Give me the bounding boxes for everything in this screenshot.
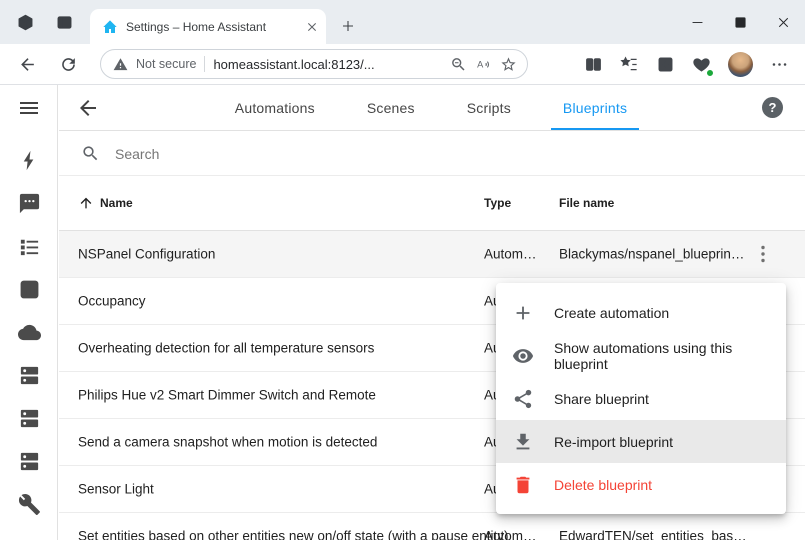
workspaces-icon[interactable] (16, 13, 35, 32)
sidebar-item-wrench-icon[interactable] (0, 483, 58, 526)
menu-item-label: Delete blueprint (554, 477, 652, 493)
tab-close-icon[interactable] (304, 19, 320, 35)
not-secure-warning-icon (113, 57, 128, 72)
menu-item-label: Re-import blueprint (554, 434, 673, 450)
search-bar: Search (59, 132, 805, 176)
plus-icon (512, 302, 534, 324)
sidebar-item-server-icon[interactable] (0, 397, 58, 440)
menu-item-show-automations[interactable]: Show automations using this blueprint (496, 334, 786, 377)
row-menu-icon[interactable] (751, 242, 775, 266)
menu-item-label: Create automation (554, 305, 669, 321)
home-assistant-app: Automations Scenes Scripts Blueprints ? … (0, 85, 805, 540)
sidebar-item-cloud-icon[interactable] (0, 311, 58, 354)
table-row[interactable]: NSPanel Configuration Autom… Blackymas/n… (59, 231, 805, 278)
address-divider (204, 56, 205, 72)
column-type[interactable]: Type (484, 196, 511, 210)
row-name: Sensor Light (78, 482, 154, 497)
sidebar-item-todo-list-icon[interactable] (0, 225, 58, 268)
row-name: Set entities based on other entities new… (78, 529, 509, 540)
row-name: Occupancy (78, 294, 146, 309)
favorite-star-icon[interactable] (500, 56, 517, 73)
sidebar-item-chat-icon[interactable] (0, 182, 58, 225)
tab-actions-icon[interactable] (55, 13, 74, 32)
menu-item-delete-blueprint[interactable]: Delete blueprint (496, 463, 786, 506)
sort-ascending-icon[interactable] (78, 195, 94, 211)
url-text[interactable]: homeassistant.local:8123/... (213, 57, 442, 72)
window-controls (676, 0, 805, 44)
navbar-right-icons (584, 52, 795, 77)
zoom-out-icon[interactable] (450, 56, 467, 73)
settings-header: Automations Scenes Scripts Blueprints ? (59, 85, 805, 131)
profile-avatar[interactable] (728, 52, 753, 77)
sidebar-rail (0, 85, 58, 540)
search-input[interactable]: Search (115, 146, 159, 162)
row-file: Blackymas/nspanel_blueprin… (559, 247, 744, 262)
collections-icon[interactable] (656, 55, 675, 74)
not-secure-label[interactable]: Not secure (136, 57, 196, 71)
browser-navbar: Not secure homeassistant.local:8123/... … (0, 44, 805, 85)
back-icon[interactable] (18, 55, 37, 74)
address-bar[interactable]: Not secure homeassistant.local:8123/... … (100, 49, 528, 79)
maximize-button[interactable] (719, 0, 762, 44)
trash-icon (512, 474, 534, 496)
table-header: Name Type File name (59, 176, 805, 231)
row-name: Overheating detection for all temperatur… (78, 341, 374, 356)
sidebar-menu-icon[interactable] (17, 96, 41, 120)
close-window-button[interactable] (762, 0, 805, 44)
favorites-icon[interactable] (620, 55, 639, 74)
help-button[interactable]: ? (762, 97, 783, 118)
tab-scripts[interactable]: Scripts (441, 85, 537, 130)
browser-menu-icon[interactable] (770, 55, 789, 74)
sidebar-item-bar-chart-icon[interactable] (0, 268, 58, 311)
menu-item-label: Show automations using this blueprint (554, 340, 770, 372)
browser-essentials-icon[interactable] (692, 55, 711, 74)
browser-titlebar: Settings – Home Assistant (0, 0, 805, 44)
column-name[interactable]: Name (78, 195, 133, 211)
row-file: EdwardTEN/set_entities_bas… (559, 529, 747, 540)
read-aloud-icon[interactable]: A (475, 56, 492, 73)
home-assistant-favicon (102, 19, 118, 35)
tab-title: Settings – Home Assistant (126, 20, 296, 34)
new-tab-button[interactable] (340, 18, 356, 34)
column-name-label: Name (100, 196, 133, 210)
row-name: NSPanel Configuration (78, 247, 215, 262)
browser-tab[interactable]: Settings – Home Assistant (90, 9, 326, 44)
split-screen-icon[interactable] (584, 55, 603, 74)
menu-item-share-blueprint[interactable]: Share blueprint (496, 377, 786, 420)
row-type: Autom… (484, 529, 537, 540)
essentials-status-dot (706, 69, 714, 77)
tab-blueprints[interactable]: Blueprints (537, 85, 653, 130)
menu-item-create-automation[interactable]: Create automation (496, 291, 786, 334)
blueprint-context-menu: Create automation Show automations using… (496, 283, 786, 514)
share-icon (512, 388, 534, 410)
menu-item-label: Share blueprint (554, 391, 649, 407)
tab-scenes[interactable]: Scenes (341, 85, 441, 130)
refresh-icon[interactable] (59, 55, 78, 74)
eye-icon (512, 345, 534, 367)
table-row[interactable]: Set entities based on other entities new… (59, 513, 805, 540)
sidebar-item-bolt-icon[interactable] (0, 139, 58, 182)
sidebar-item-server-icon[interactable] (0, 354, 58, 397)
minimize-button[interactable] (676, 0, 719, 44)
app-back-icon[interactable] (76, 96, 100, 120)
tab-automations[interactable]: Automations (209, 85, 341, 130)
settings-tabs: Automations Scenes Scripts Blueprints (100, 85, 762, 130)
row-name: Philips Hue v2 Smart Dimmer Switch and R… (78, 388, 376, 403)
download-icon (512, 431, 534, 453)
menu-item-reimport-blueprint[interactable]: Re-import blueprint (496, 420, 786, 463)
column-file-name[interactable]: File name (559, 196, 614, 210)
row-type: Autom… (484, 247, 537, 262)
row-name: Send a camera snapshot when motion is de… (78, 435, 377, 450)
svg-text:A: A (477, 59, 484, 69)
browser-window: Settings – Home Assistant (0, 0, 805, 540)
sidebar-item-server-icon[interactable] (0, 440, 58, 483)
search-icon (81, 144, 100, 163)
